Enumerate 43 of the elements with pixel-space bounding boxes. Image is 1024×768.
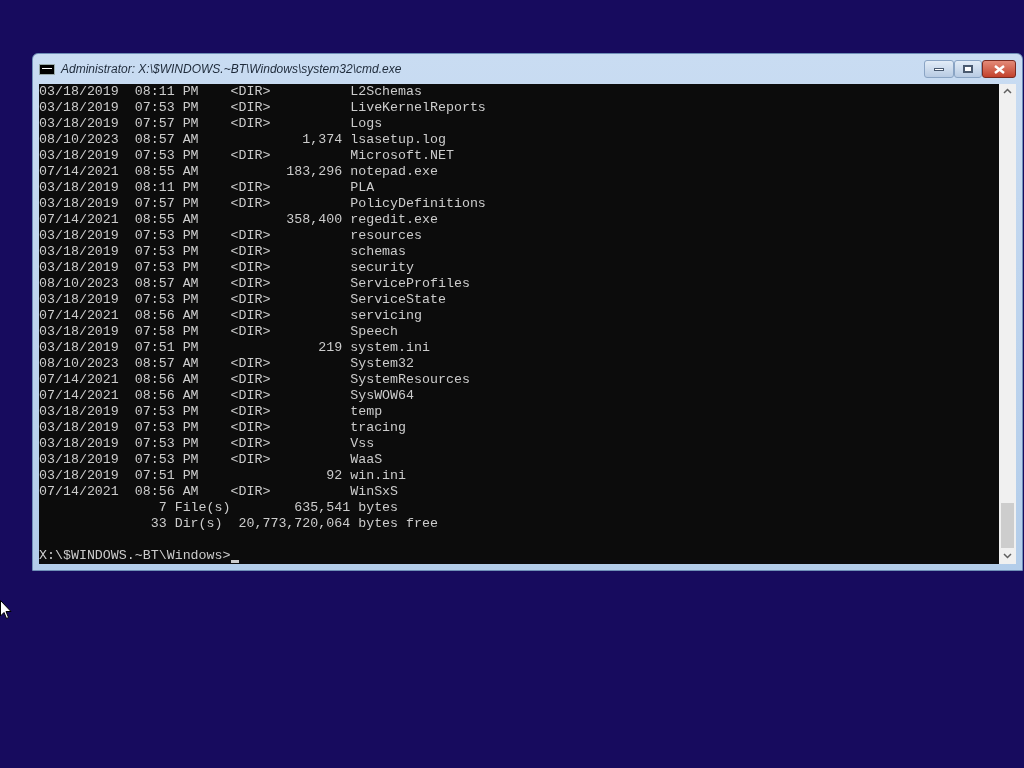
minimize-icon xyxy=(934,67,944,71)
console-line: 07/14/2021 08:56 AM <DIR> servicing xyxy=(39,308,422,324)
console-icon xyxy=(39,63,55,75)
text-cursor xyxy=(230,560,239,563)
minimize-button[interactable] xyxy=(924,60,954,78)
console-line: 08/10/2023 08:57 AM 1,374 lsasetup.log xyxy=(39,132,446,148)
console-line: 07/14/2021 08:55 AM 183,296 notepad.exe xyxy=(39,164,438,180)
console-line: 03/18/2019 07:57 PM <DIR> Logs xyxy=(39,116,383,132)
console-line: 03/18/2019 08:11 PM <DIR> L2Schemas xyxy=(39,84,422,100)
scroll-thumb[interactable] xyxy=(1001,503,1014,548)
console-line: 03/18/2019 08:11 PM <DIR> PLA xyxy=(39,180,375,196)
console-line: 08/10/2023 08:57 AM <DIR> ServiceProfiles xyxy=(39,276,470,292)
close-button[interactable] xyxy=(982,60,1016,78)
console-line: 03/18/2019 07:53 PM <DIR> tracing xyxy=(39,420,407,436)
mouse-pointer-icon xyxy=(0,600,12,620)
console-line: 03/18/2019 07:51 PM 92 win.ini xyxy=(39,468,407,484)
console-line: 03/18/2019 07:51 PM 219 system.ini xyxy=(39,340,430,356)
console-line: 03/18/2019 07:53 PM <DIR> resources xyxy=(39,228,422,244)
console-line: 03/18/2019 07:53 PM <DIR> Microsoft.NET xyxy=(39,148,454,164)
maximize-icon xyxy=(963,65,973,73)
scroll-down-icon[interactable] xyxy=(1003,553,1012,559)
console-line: 7 File(s) 635,541 bytes xyxy=(157,500,399,516)
console-line: 03/18/2019 07:53 PM <DIR> WaaS xyxy=(39,452,383,468)
console-line: 33 Dir(s) 20,773,720,064 bytes free xyxy=(149,516,438,532)
console-line: 03/18/2019 07:58 PM <DIR> Speech xyxy=(39,324,399,340)
console-line: 03/18/2019 07:53 PM <DIR> temp xyxy=(39,404,383,420)
command-prompt: X:\$WINDOWS.~BT\Windows> xyxy=(39,548,231,564)
console-line: 07/14/2021 08:56 AM <DIR> SystemResources xyxy=(39,372,470,388)
console-line: 03/18/2019 07:53 PM <DIR> Vss xyxy=(39,436,375,452)
close-icon xyxy=(993,64,1005,74)
console-line: 07/14/2021 08:56 AM <DIR> WinSxS xyxy=(39,484,399,500)
scroll-up-icon[interactable] xyxy=(1003,88,1012,94)
console-line: 03/18/2019 07:57 PM <DIR> PolicyDefinitions xyxy=(39,196,486,212)
scrollbar[interactable] xyxy=(999,84,1016,564)
console-line: 07/14/2021 08:56 AM <DIR> SysWOW64 xyxy=(39,388,415,404)
console-line: 08/10/2023 08:57 AM <DIR> System32 xyxy=(39,356,415,372)
console-line: 03/18/2019 07:53 PM <DIR> LiveKernelReports xyxy=(39,100,486,116)
maximize-button[interactable] xyxy=(954,60,982,78)
console-line: 03/18/2019 07:53 PM <DIR> security xyxy=(39,260,415,276)
console-line: 07/14/2021 08:55 AM 358,400 regedit.exe xyxy=(39,212,438,228)
window-title: Administrator: X:\$WINDOWS.~BT\Windows\system32\cmd.exe xyxy=(61,61,402,78)
console-line: 03/18/2019 07:53 PM <DIR> schemas xyxy=(39,244,407,260)
console-line: 03/18/2019 07:53 PM <DIR> ServiceState xyxy=(39,292,446,308)
